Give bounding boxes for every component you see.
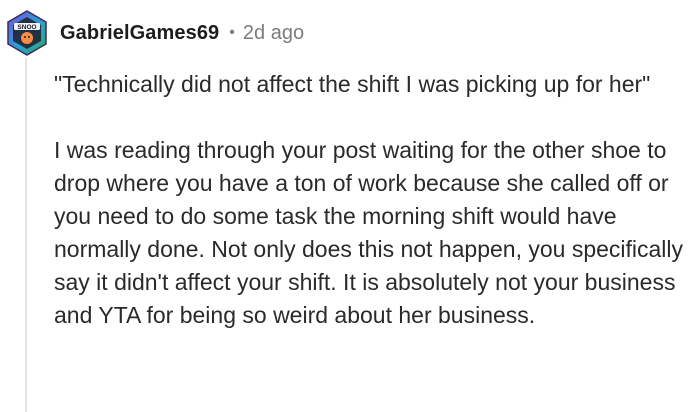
comment-body: "Technically did not affect the shift I … [54, 68, 694, 332]
comment-paragraph-quote: "Technically did not affect the shift I … [54, 71, 651, 97]
comment-paragraph-main: I was reading through your post waiting … [54, 137, 684, 328]
author-username[interactable]: GabrielGames69 [60, 22, 219, 45]
comment: SNOO GabrielGames69 • 2d ago "Technicall… [0, 0, 700, 412]
meta-separator: • [229, 24, 235, 41]
comment-header: SNOO GabrielGames69 • 2d ago [6, 10, 304, 56]
avatar-badge-text: SNOO [17, 24, 36, 31]
comment-timestamp: 2d ago [242, 21, 305, 44]
snoo-avatar-hexagon-icon[interactable]: SNOO [6, 10, 48, 56]
thread-line[interactable] [25, 58, 27, 412]
